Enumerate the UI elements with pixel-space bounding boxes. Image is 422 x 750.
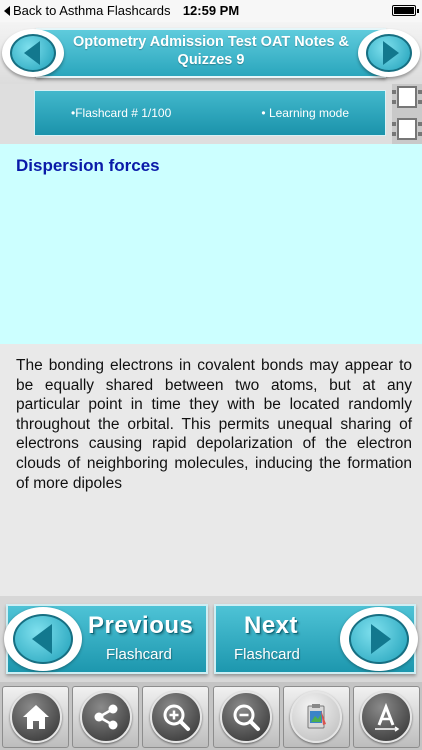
- page-title: Optometry Admission Test OAT Notes & Qui…: [72, 34, 350, 68]
- flashcard-question: Dispersion forces: [16, 156, 160, 175]
- next-sub-label: Flashcard: [234, 646, 300, 663]
- header-previous-button[interactable]: [2, 29, 64, 77]
- bottom-toolbar: [0, 682, 422, 750]
- arrow-left-icon: [23, 41, 40, 65]
- battery-icon: [392, 5, 419, 16]
- previous-label: Previous: [88, 612, 194, 639]
- font-size-button[interactable]: [352, 686, 420, 748]
- status-bar: Back to Asthma Flashcards 12:59 PM: [0, 0, 422, 22]
- next-label: Next: [244, 612, 299, 639]
- font-size-icon: [375, 702, 400, 732]
- info-bar: •Flashcard # 1/100 • Learning mode: [34, 90, 386, 136]
- zoom-out-icon: [233, 704, 261, 731]
- next-flashcard-button[interactable]: Next Flashcard: [214, 604, 418, 674]
- info-area: •Flashcard # 1/100 • Learning mode: [0, 84, 422, 144]
- previous-sub-label: Flashcard: [106, 646, 172, 663]
- share-button[interactable]: [72, 686, 140, 748]
- status-time: 12:59 PM: [182, 3, 240, 18]
- flashcard-counter: •Flashcard # 1/100: [71, 106, 172, 120]
- previous-flashcard-button[interactable]: Previous Flashcard: [4, 604, 208, 674]
- zoom-in-button[interactable]: [142, 686, 210, 748]
- mode-label: • Learning mode: [261, 106, 349, 120]
- flashcard-answer: The bonding electrons in covalent bonds …: [16, 357, 412, 492]
- film-strip-icon[interactable]: [392, 84, 422, 144]
- question-panel: Dispersion forces: [0, 144, 422, 344]
- clipboard-button[interactable]: [282, 686, 350, 748]
- arrow-left-icon: [31, 624, 52, 654]
- flashcard-nav: Previous Flashcard Next Flashcard: [0, 596, 422, 682]
- zoom-in-icon: [163, 704, 190, 731]
- header-next-button[interactable]: [358, 29, 420, 77]
- clipboard-icon: [307, 704, 327, 729]
- arrow-right-icon: [370, 624, 391, 654]
- share-icon: [94, 704, 118, 730]
- arrow-right-icon: [382, 41, 399, 65]
- zoom-out-button[interactable]: [212, 686, 280, 748]
- home-icon: [22, 705, 49, 729]
- home-button[interactable]: [2, 686, 69, 748]
